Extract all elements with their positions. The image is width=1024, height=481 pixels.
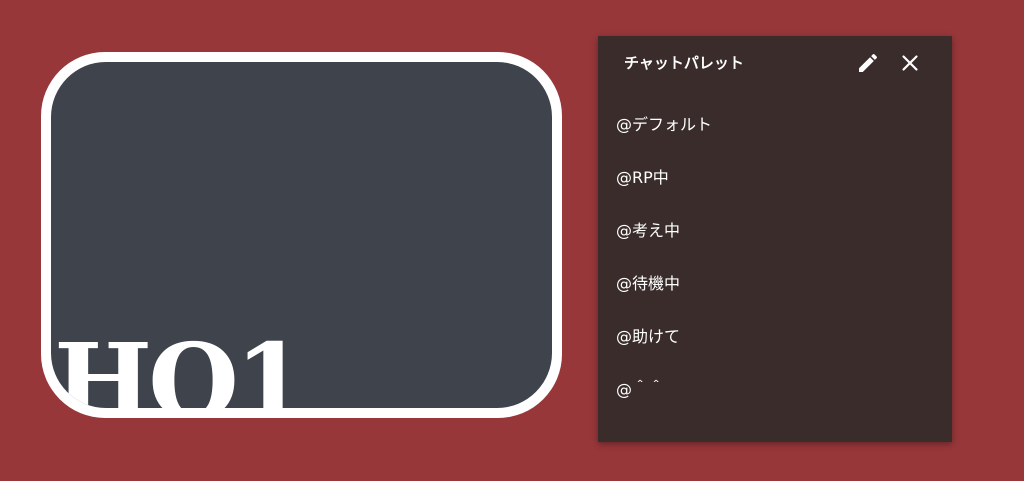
palette-item[interactable]: @デフォルト bbox=[598, 106, 952, 159]
edit-button[interactable] bbox=[856, 51, 880, 75]
palette-item[interactable]: @＾＾ bbox=[598, 371, 952, 424]
character-card-face: HO1 bbox=[51, 62, 552, 408]
close-icon bbox=[902, 55, 918, 71]
character-card[interactable]: HO1 bbox=[41, 52, 562, 418]
palette-item[interactable]: @考え中 bbox=[598, 212, 952, 265]
card-label: HO1 bbox=[54, 320, 307, 409]
palette-list: @デフォルト @RP中 @考え中 @待機中 @助けて @＾＾ bbox=[598, 106, 952, 424]
pencil-icon bbox=[859, 53, 878, 72]
chat-palette-panel: チャットパレット @デフォルト @RP中 @考え中 @待機中 @助けて @＾＾ bbox=[598, 36, 952, 442]
palette-item[interactable]: @助けて bbox=[598, 318, 952, 371]
palette-item[interactable]: @RP中 bbox=[598, 159, 952, 212]
close-button[interactable] bbox=[898, 51, 922, 75]
palette-item[interactable]: @待機中 bbox=[598, 265, 952, 318]
palette-title: チャットパレット bbox=[624, 54, 744, 72]
